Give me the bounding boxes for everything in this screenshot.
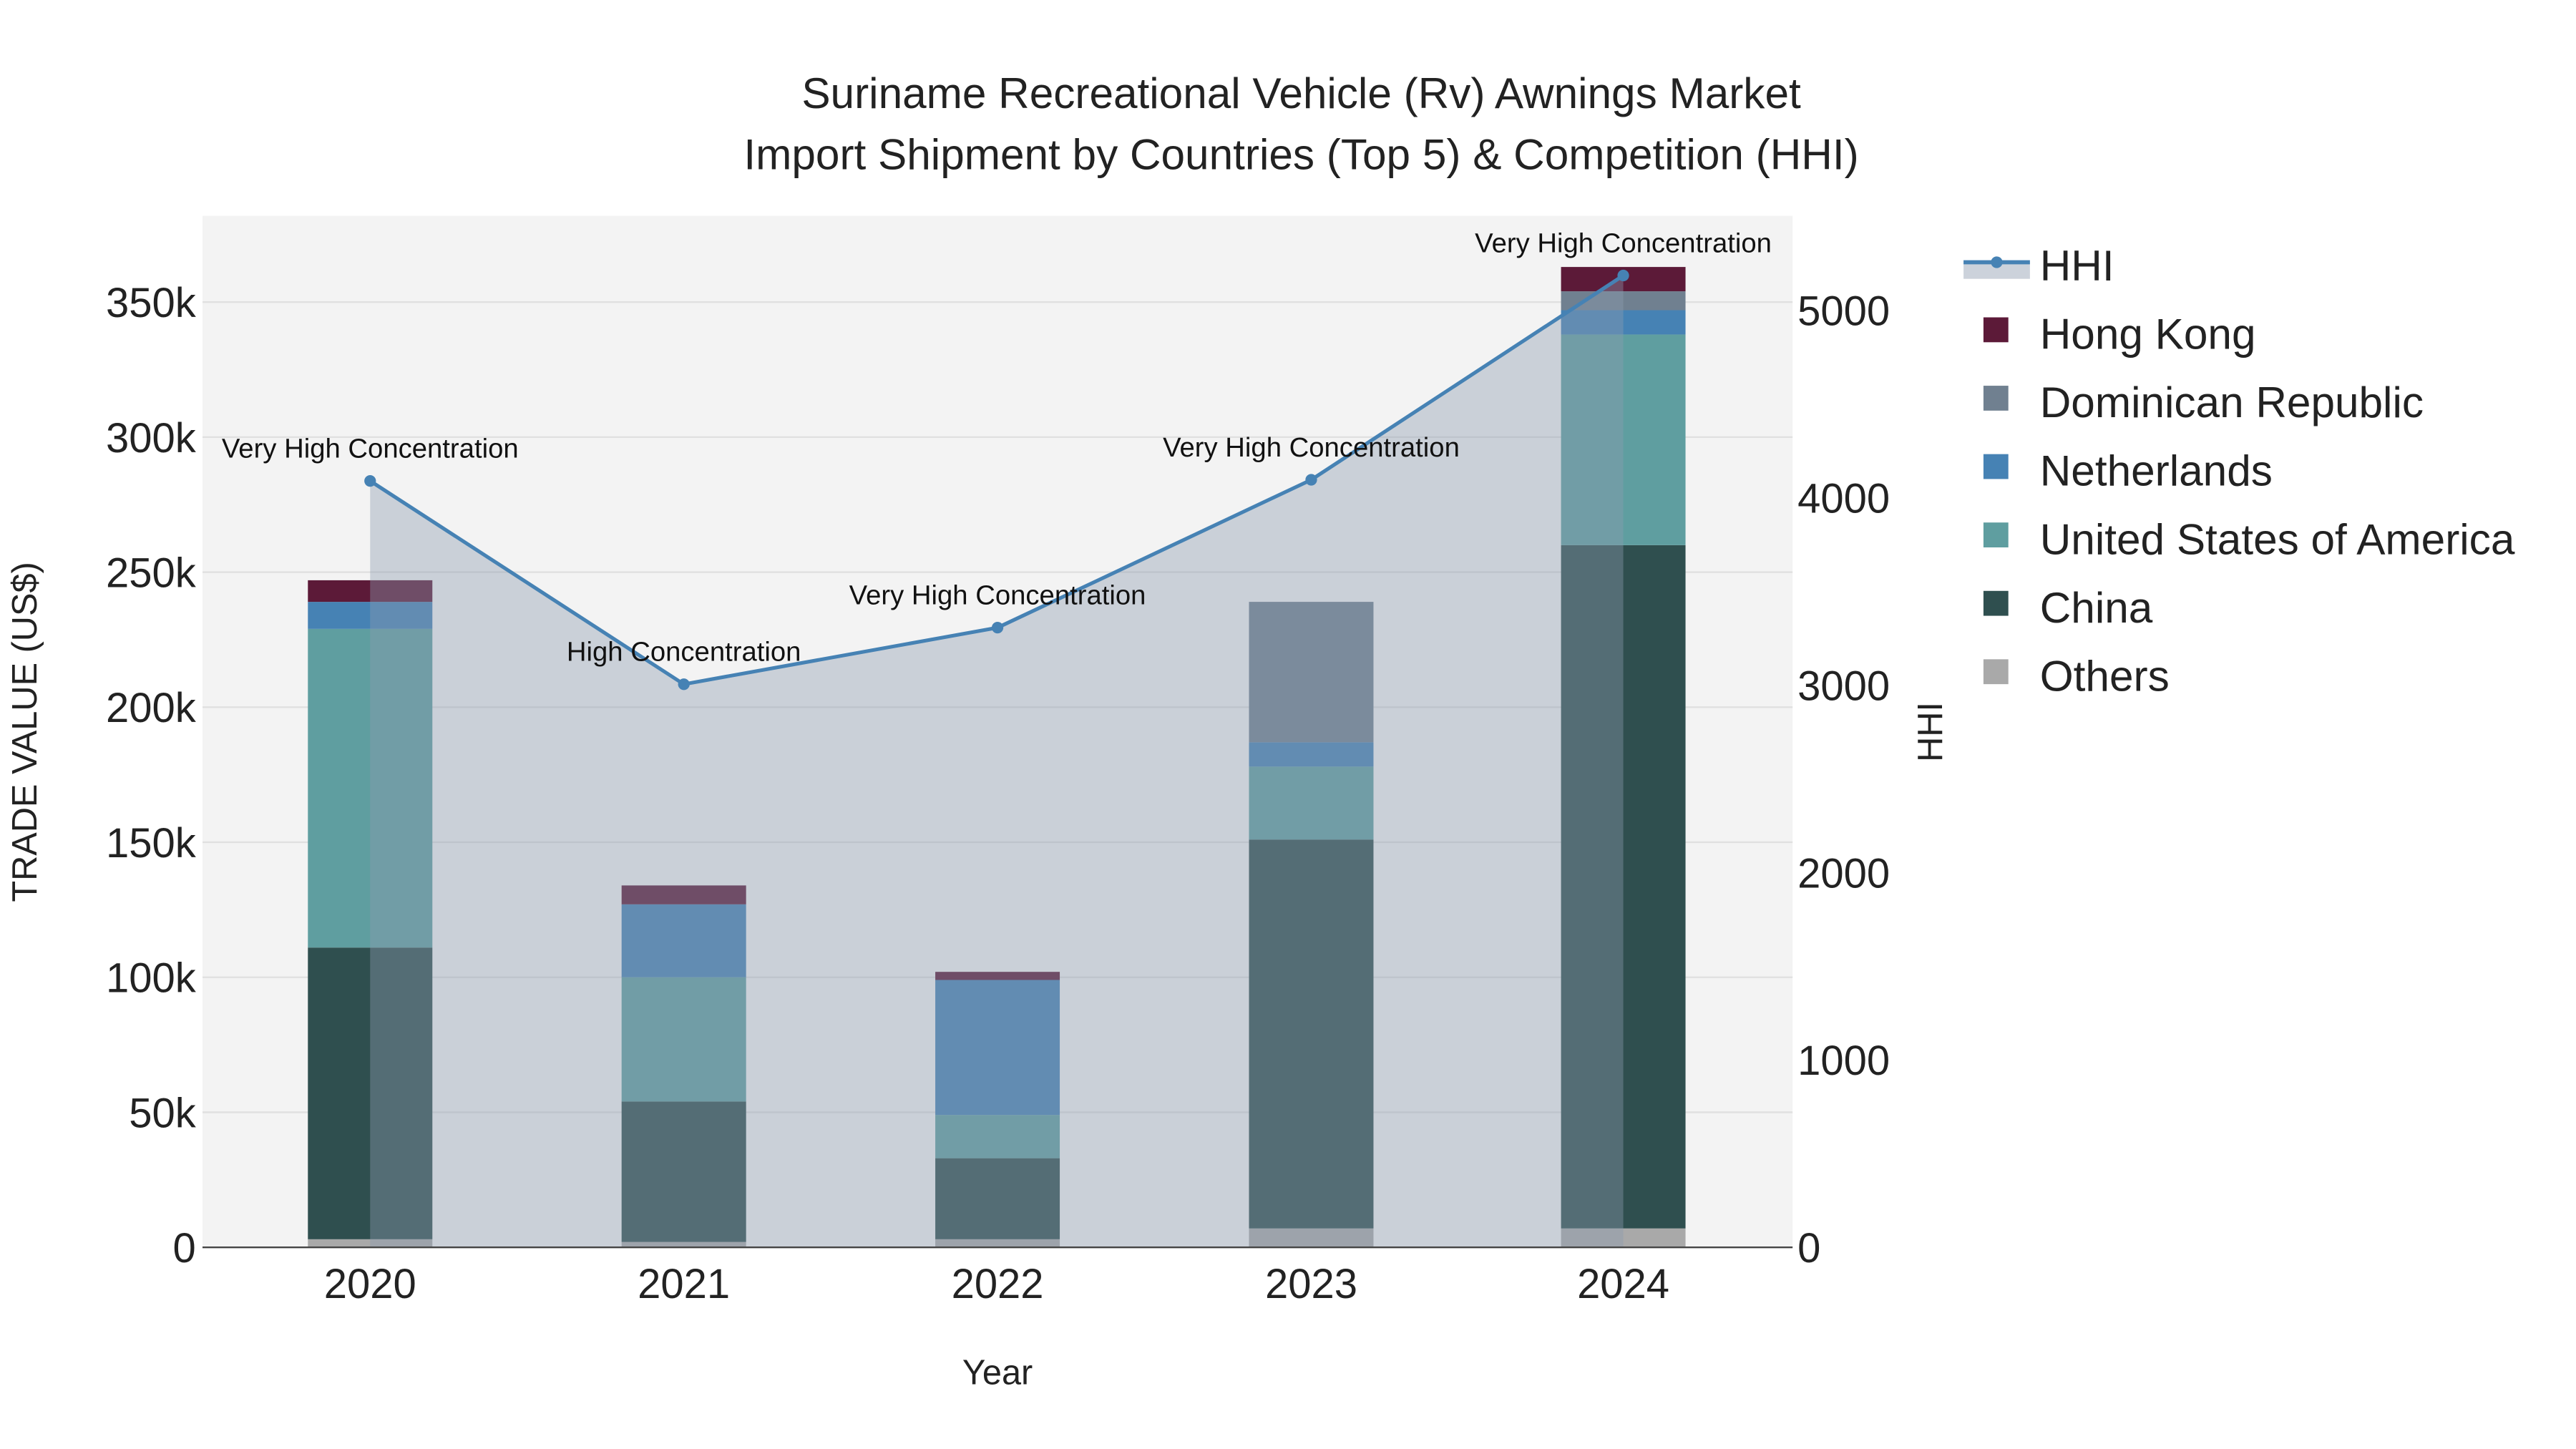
chart-title-line2: Import Shipment by Countries (Top 5) & C… bbox=[743, 130, 1858, 179]
x-tick-label: 2022 bbox=[952, 1262, 1044, 1307]
legend-label: Hong Kong bbox=[2040, 310, 2256, 358]
y2-tick-label: 3000 bbox=[1797, 663, 1890, 709]
y-tick-label: 300k bbox=[106, 416, 197, 462]
y-tick-label: 150k bbox=[106, 821, 197, 867]
y-tick-label: 350k bbox=[106, 280, 197, 326]
legend-label: Netherlands bbox=[2040, 447, 2273, 495]
legend-label: Others bbox=[2040, 651, 2170, 700]
legend-swatch bbox=[1983, 590, 2009, 616]
hhi-point bbox=[991, 622, 1004, 634]
legend-swatch bbox=[1983, 317, 2009, 343]
x-tick-label: 2021 bbox=[638, 1262, 730, 1307]
hhi-point bbox=[678, 678, 690, 691]
legend-swatch bbox=[1983, 386, 2009, 411]
x-tick-label: 2020 bbox=[324, 1262, 416, 1307]
hhi-point bbox=[364, 474, 376, 487]
legend-label: Dominican Republic bbox=[2040, 378, 2424, 426]
hhi-annotation: Very High Concentration bbox=[849, 580, 1146, 611]
hhi-annotation: Very High Concentration bbox=[1163, 432, 1460, 463]
y2-tick-label: 0 bbox=[1797, 1226, 1820, 1272]
legend-hhi-marker bbox=[1991, 256, 2003, 268]
y-tick-label: 0 bbox=[172, 1226, 195, 1272]
y-axis-title: TRADE VALUE (US$) bbox=[6, 562, 44, 902]
y-tick-label: 100k bbox=[106, 956, 197, 1002]
legend: HHI Hong Kong Dominican Republic Netherland… bbox=[1963, 241, 2515, 700]
hhi-annotation: Very High Concentration bbox=[1475, 228, 1772, 259]
y2-tick-label: 4000 bbox=[1797, 477, 1890, 522]
x-axis-title: Year bbox=[962, 1354, 1033, 1392]
hhi-annotation: Very High Concentration bbox=[222, 434, 519, 464]
chart-title-line1: Suriname Recreational Vehicle (Rv) Awnin… bbox=[801, 69, 1801, 117]
y2-tick-label: 2000 bbox=[1797, 851, 1890, 897]
y-tick-label: 250k bbox=[106, 550, 197, 596]
x-tick-label: 2024 bbox=[1577, 1262, 1669, 1307]
legend-swatch bbox=[1983, 522, 2009, 547]
legend-label: United States of America bbox=[2040, 514, 2515, 563]
legend-swatch bbox=[1983, 454, 2009, 479]
hhi-point bbox=[1617, 269, 1629, 282]
y2-axis-title: HHI bbox=[1911, 702, 1950, 762]
y2-tick-label: 1000 bbox=[1797, 1038, 1890, 1084]
legend-label: HHI bbox=[2040, 241, 2114, 290]
hhi-annotation: High Concentration bbox=[567, 637, 801, 668]
chart: Very High Concentration High Concentratio… bbox=[6, 69, 2515, 1392]
x-tick-label: 2023 bbox=[1265, 1262, 1357, 1307]
y-tick-label: 50k bbox=[129, 1091, 196, 1136]
legend-swatch bbox=[1983, 659, 2009, 685]
y-tick-label: 200k bbox=[106, 686, 197, 731]
hhi-point bbox=[1305, 474, 1317, 486]
y2-tick-label: 5000 bbox=[1797, 289, 1890, 335]
legend-label: China bbox=[2040, 583, 2153, 632]
